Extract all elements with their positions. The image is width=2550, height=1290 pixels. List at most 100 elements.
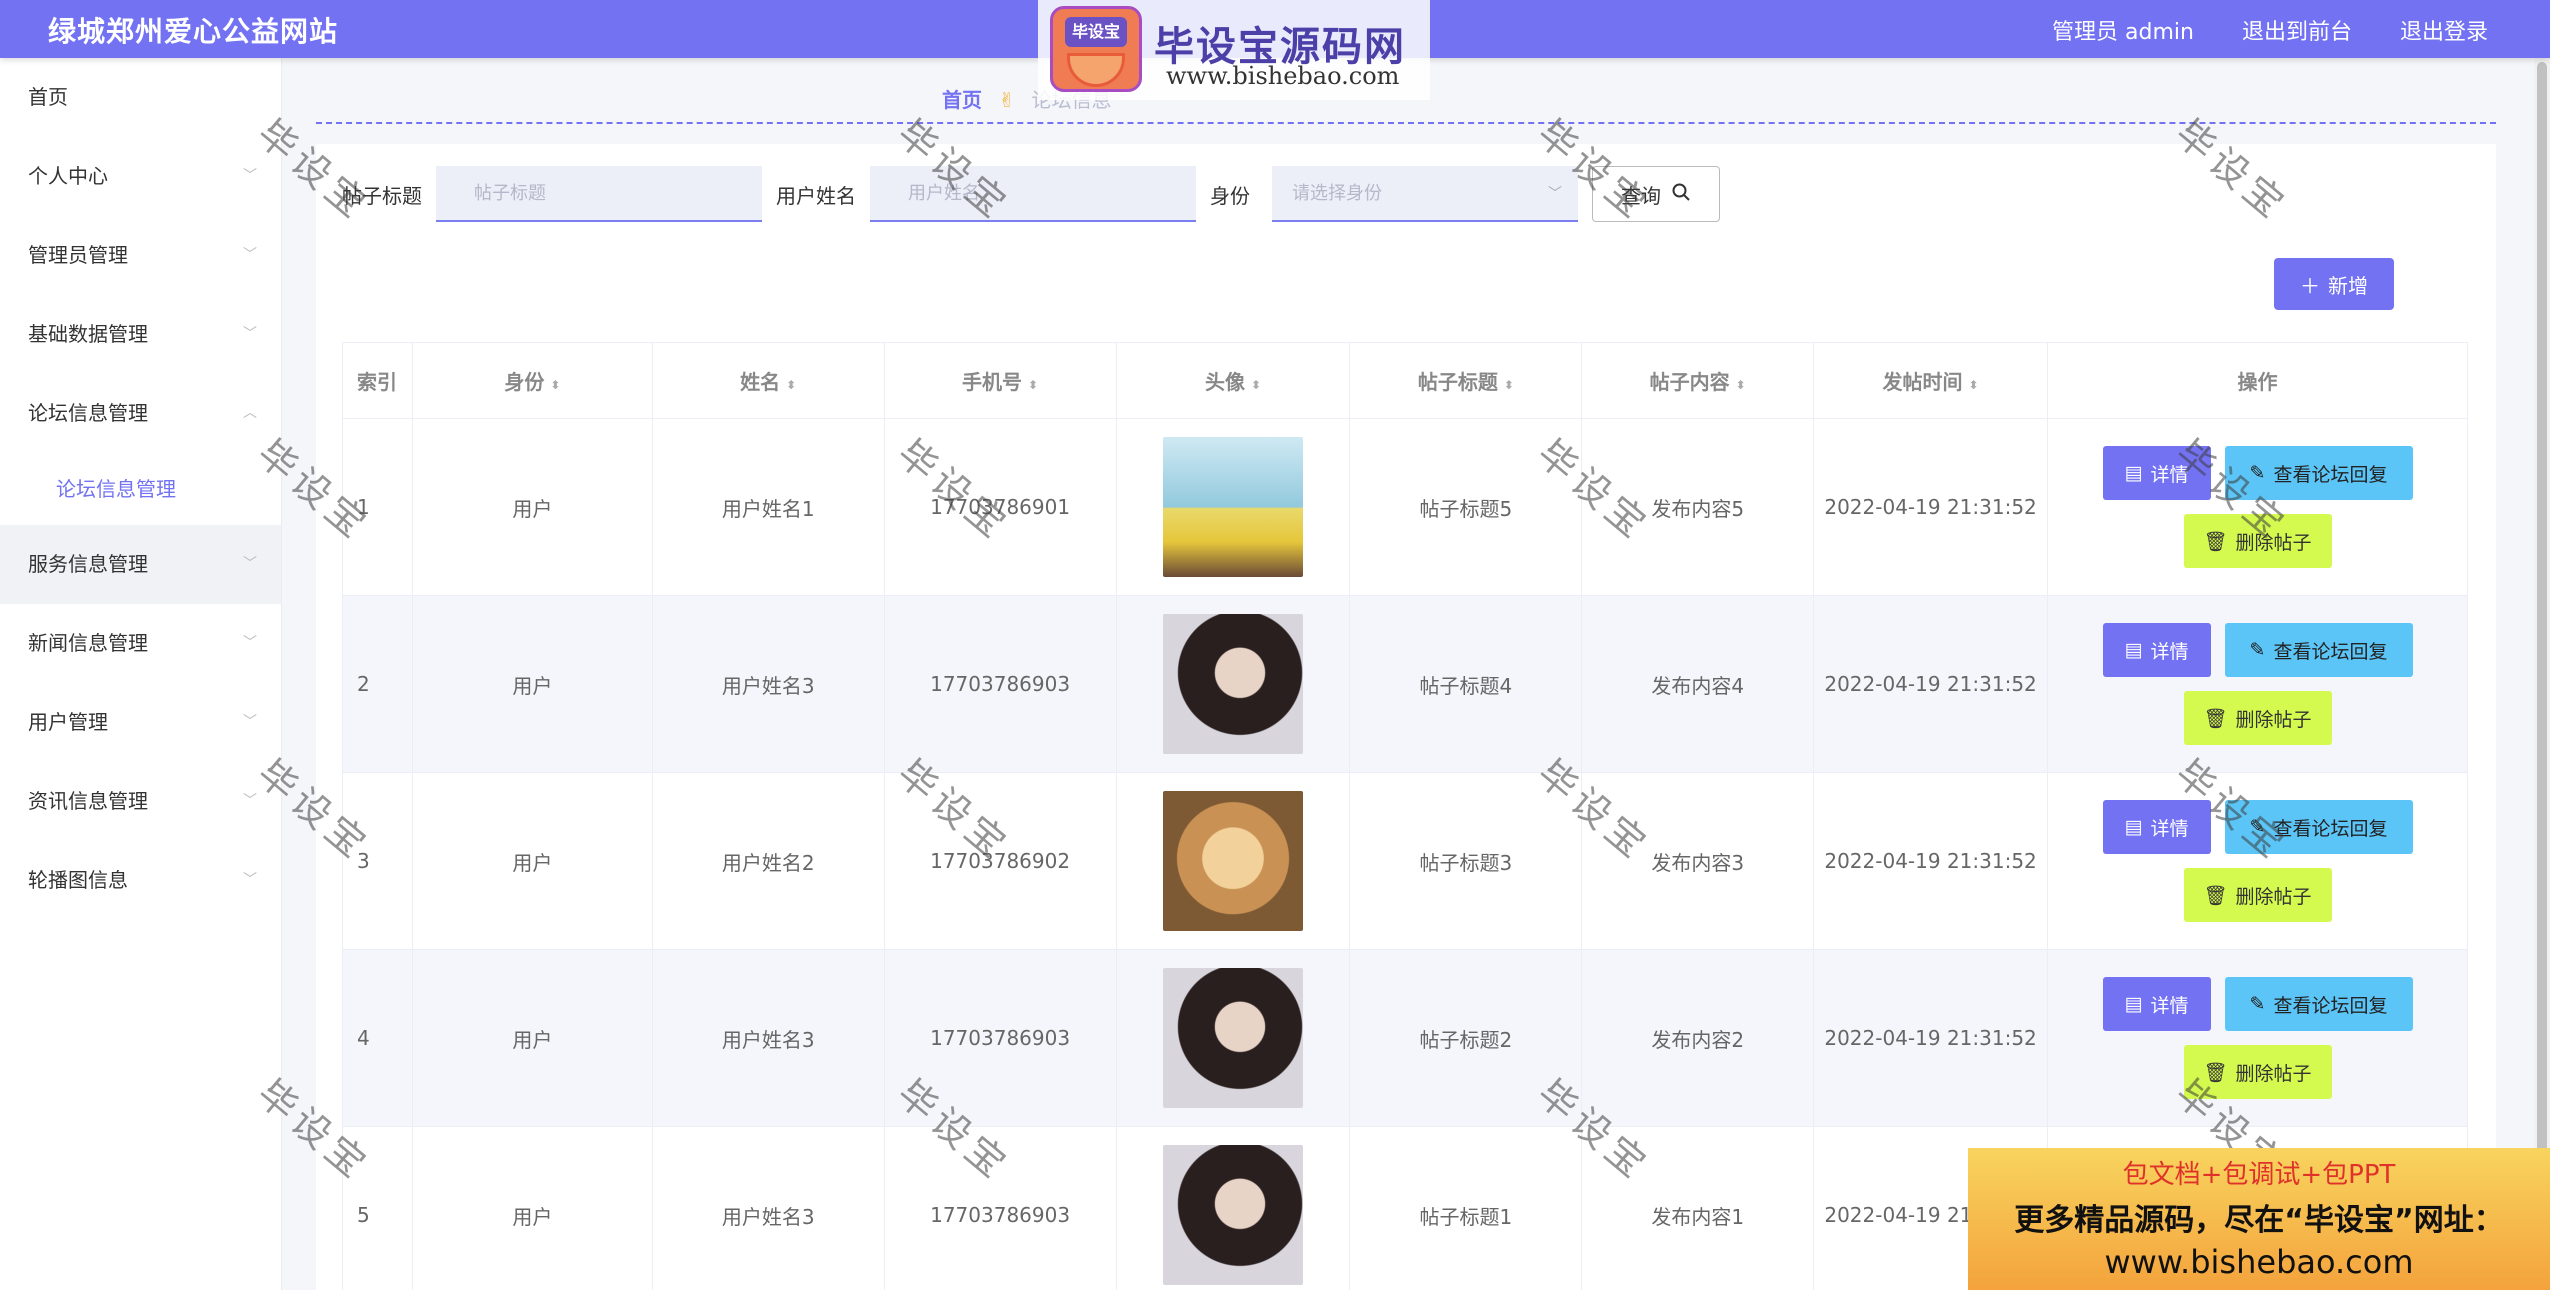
add-button[interactable]: ＋ 新增 xyxy=(2274,258,2394,310)
delete-post-label: 删除帖子 xyxy=(2235,1062,2312,1085)
role-select[interactable]: 请选择身份 ﹀ xyxy=(1272,166,1578,222)
sort-icon[interactable]: ⬍ xyxy=(1969,378,1979,392)
view-replies-label: 查看论坛回复 xyxy=(2273,994,2388,1017)
sort-icon[interactable]: ⬍ xyxy=(1028,378,1038,392)
cell-post-title: 帖子标题2 xyxy=(1349,949,1583,1127)
avatar[interactable] xyxy=(1163,614,1303,754)
sidebar-item-base-data[interactable]: 基础数据管理 ﹀ xyxy=(0,295,281,374)
cell-post-content: 发布内容1 xyxy=(1581,1126,1815,1290)
view-replies-button[interactable]: ✎ 查看论坛回复 xyxy=(2224,446,2413,500)
cell-post-content: 发布内容4 xyxy=(1581,595,1815,773)
detail-button-label: 详情 xyxy=(2150,817,2189,840)
site-title: 绿城郑州爱心公益网站 xyxy=(48,15,339,48)
cell-actions: ▤ 详情 ✎ 查看论坛回复 🗑 删除帖子 xyxy=(2047,418,2468,596)
delete-post-label: 删除帖子 xyxy=(2235,531,2312,554)
sidebar-item-news[interactable]: 新闻信息管理 ﹀ xyxy=(0,604,281,683)
view-replies-button[interactable]: ✎ 查看论坛回复 xyxy=(2224,800,2413,854)
sidebar-item-label: 论坛信息管理 xyxy=(56,477,176,501)
avatar[interactable] xyxy=(1163,968,1303,1108)
detail-button[interactable]: ▤ 详情 xyxy=(2102,623,2211,677)
sidebar-item-home[interactable]: 首页 xyxy=(0,58,281,137)
chevron-down-icon: ﹀ xyxy=(243,168,257,184)
cell-post-title: 帖子标题5 xyxy=(1349,418,1583,596)
sidebar-item-carousel[interactable]: 轮播图信息 ﹀ xyxy=(0,841,281,920)
delete-post-button[interactable]: 🗑 删除帖子 xyxy=(2183,691,2332,745)
query-button[interactable]: 查询 xyxy=(1592,166,1720,222)
cell-name: 用户姓名3 xyxy=(651,949,885,1127)
sort-icon[interactable]: ⬍ xyxy=(1251,378,1261,392)
cell-role: 用户 xyxy=(411,595,653,773)
delete-post-button[interactable]: 🗑 删除帖子 xyxy=(2183,514,2332,568)
document-icon: ▤ xyxy=(2124,462,2143,484)
username-label: 用户姓名 xyxy=(776,183,856,208)
detail-button-label: 详情 xyxy=(2150,994,2189,1017)
sort-icon[interactable]: ⬍ xyxy=(550,378,560,392)
ad-line-2: 更多精品源码，尽在“毕设宝”网址： xyxy=(2014,1203,2504,1238)
detail-button[interactable]: ▤ 详情 xyxy=(2102,446,2211,500)
avatar[interactable] xyxy=(1163,791,1303,931)
delete-post-button[interactable]: 🗑 删除帖子 xyxy=(2183,868,2332,922)
col-post-time[interactable]: 发帖时间 ⬍ xyxy=(1813,342,2049,419)
current-user-label: 管理员 admin xyxy=(2052,20,2194,45)
sidebar-item-info[interactable]: 资讯信息管理 ﹀ xyxy=(0,762,281,841)
table-row: 2 用户 用户姓名3 17703786903 帖子标题4 发布内容4 2022-04-19 … xyxy=(342,595,2468,773)
sidebar-item-label: 资讯信息管理 xyxy=(28,789,148,813)
post-title-input[interactable] xyxy=(436,166,762,222)
logout-link[interactable]: 退出登录 xyxy=(2400,14,2488,46)
trash-icon: 🗑 xyxy=(2203,707,2228,730)
cell-phone: 17703786901 xyxy=(883,418,1117,596)
col-post-title[interactable]: 帖子标题 ⬍ xyxy=(1349,342,1583,419)
sidebar-item-personal-center[interactable]: 个人中心 ﹀ xyxy=(0,137,281,216)
table-row: 3 用户 用户姓名2 17703786902 帖子标题3 发布内容3 2022-04-19 … xyxy=(342,772,2468,950)
view-replies-button[interactable]: ✎ 查看论坛回复 xyxy=(2224,623,2413,677)
view-replies-label: 查看论坛回复 xyxy=(2273,463,2388,486)
sidebar-subitem-forum-info[interactable]: 论坛信息管理 xyxy=(0,453,281,525)
sidebar-item-users[interactable]: 用户管理 ﹀ xyxy=(0,683,281,762)
sidebar-item-admin-management[interactable]: 管理员管理 ﹀ xyxy=(0,216,281,295)
scrollbar-thumb[interactable] xyxy=(2537,62,2547,1282)
page-scrollbar[interactable] xyxy=(2534,58,2550,1290)
col-avatar[interactable]: 头像 ⬍ xyxy=(1115,342,1351,419)
avatar[interactable] xyxy=(1163,437,1303,577)
ad-banner[interactable]: 包文档+包调试+包PPT 更多精品源码，尽在“毕设宝”网址： www.bishe… xyxy=(1968,1148,2550,1290)
detail-button[interactable]: ▤ 详情 xyxy=(2102,977,2211,1031)
cell-post-title: 帖子标题4 xyxy=(1349,595,1583,773)
search-icon xyxy=(1671,182,1691,207)
avatar[interactable] xyxy=(1163,1145,1303,1285)
sort-icon[interactable]: ⬍ xyxy=(1736,378,1746,392)
logo-badge-text: 毕设宝 xyxy=(1065,17,1127,47)
cell-index: 4 xyxy=(342,949,413,1127)
sort-icon[interactable]: ⬍ xyxy=(786,378,796,392)
username-input[interactable] xyxy=(870,166,1196,222)
logo-badge-icon: 毕设宝 xyxy=(1050,6,1142,92)
edit-icon: ✎ xyxy=(2249,816,2266,838)
delete-post-button[interactable]: 🗑 删除帖子 xyxy=(2183,1045,2332,1099)
detail-button-label: 详情 xyxy=(2150,640,2189,663)
view-replies-button[interactable]: ✎ 查看论坛回复 xyxy=(2224,977,2413,1031)
col-role[interactable]: 身份 ⬍ xyxy=(411,342,653,419)
sidebar-item-service[interactable]: 服务信息管理 ﹀ xyxy=(0,525,281,604)
sidebar-item-forum[interactable]: 论坛信息管理 ︿ xyxy=(0,374,281,453)
cell-index: 2 xyxy=(342,595,413,773)
cell-post-time: 2022-04-19 21:31:52 xyxy=(1813,595,2049,773)
exit-to-front-link[interactable]: 退出到前台 xyxy=(2242,14,2352,46)
sort-icon[interactable]: ⬍ xyxy=(1504,378,1514,392)
col-actions: 操作 xyxy=(2047,342,2468,419)
cell-avatar xyxy=(1115,595,1351,773)
chevron-up-icon: ︿ xyxy=(243,405,257,421)
chevron-down-icon: ﹀ xyxy=(243,714,257,730)
cell-role: 用户 xyxy=(411,1126,653,1290)
col-phone[interactable]: 手机号 ⬍ xyxy=(883,342,1117,419)
col-post-content[interactable]: 帖子内容 ⬍ xyxy=(1581,342,1815,419)
cell-phone: 17703786903 xyxy=(883,949,1117,1127)
cell-name: 用户姓名3 xyxy=(651,1126,885,1290)
detail-button[interactable]: ▤ 详情 xyxy=(2102,800,2211,854)
ad-line-1: 包文档+包调试+包PPT xyxy=(2122,1160,2396,1190)
breadcrumb-home[interactable]: 首页 xyxy=(942,88,982,112)
trash-icon: 🗑 xyxy=(2203,884,2228,907)
cell-post-title: 帖子标题1 xyxy=(1349,1126,1583,1290)
watermark-logo: 毕设宝 毕设宝源码网 www.bishebao.com xyxy=(1038,0,1430,100)
cell-actions: ▤ 详情 ✎ 查看论坛回复 🗑 删除帖子 xyxy=(2047,949,2468,1127)
role-label: 身份 xyxy=(1210,183,1250,208)
col-name[interactable]: 姓名 ⬍ xyxy=(651,342,885,419)
